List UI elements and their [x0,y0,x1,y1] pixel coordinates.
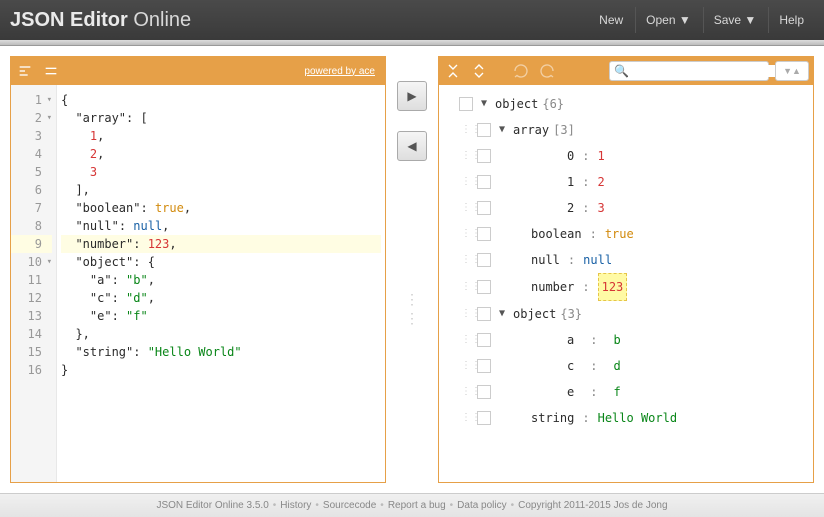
search-box[interactable]: 🔍 [609,61,769,81]
tree-item[interactable]: ⋮⋮ 0:1 [443,143,809,169]
footer-version: JSON Editor Online 3.5.0 [156,500,268,511]
copy-right-button[interactable]: ▶ [397,81,427,111]
tree-string[interactable]: ⋮⋮ string:Hello World [443,405,809,431]
drag-icon[interactable]: ⋮⋮ [461,169,473,195]
logo-bold: JSON Editor [10,9,128,31]
context-menu-icon[interactable] [477,280,491,294]
footer-bug-link[interactable]: Report a bug [388,500,446,511]
undo-icon[interactable] [511,61,531,81]
expand-icon[interactable]: ▼ [495,117,509,143]
context-menu-icon[interactable] [459,97,473,111]
footer-copyright: Copyright 2011-2015 Jos de Jong [518,500,667,511]
code-tools [15,61,61,81]
context-menu-icon[interactable] [477,149,491,163]
context-menu-icon[interactable] [477,411,491,425]
tree-tools [443,61,557,81]
open-menu[interactable]: Open ▼ [635,7,701,33]
search-icon: 🔍 [614,64,629,78]
line-gutter: 1 2 3 4 5 6 7 8 9 10 11 12 13 14 15 16 [11,85,57,482]
search-input[interactable] [633,65,775,77]
context-menu-icon[interactable] [477,227,491,241]
context-menu-icon[interactable] [477,385,491,399]
format-icon[interactable] [15,61,35,81]
drag-icon[interactable]: ⋮⋮ [461,247,473,273]
context-menu-icon[interactable] [477,359,491,373]
search-dropdown[interactable]: ▼▲ [775,61,809,81]
expand-icon[interactable]: ▼ [495,301,509,327]
context-menu-icon[interactable] [477,175,491,189]
footer: JSON Editor Online 3.5.0• History• Sourc… [0,493,824,517]
tree-search: 🔍 ▼▲ [609,61,809,81]
tree-body[interactable]: ▼ object {6} ⋮⋮▼ array [3] ⋮⋮ 0:1 ⋮⋮ 1:2… [439,85,813,482]
tree-item[interactable]: ⋮⋮ a:b [443,327,809,353]
code-body[interactable]: 1 2 3 4 5 6 7 8 9 10 11 12 13 14 15 16 {… [11,85,385,482]
drag-icon[interactable]: ⋮⋮ [461,353,473,379]
expand-icon[interactable]: ▼ [477,91,491,117]
tree-root[interactable]: ▼ object {6} [443,91,809,117]
drag-dots-icon: ⋮⋮ [405,291,419,327]
context-menu-icon[interactable] [477,333,491,347]
context-menu-icon[interactable] [477,253,491,267]
collapse-all-icon[interactable] [469,61,489,81]
powered-by-link[interactable]: powered by ace [304,66,375,77]
drag-icon[interactable]: ⋮⋮ [461,379,473,405]
logo-light: Online [128,9,191,31]
help-menu[interactable]: Help [768,7,814,33]
copy-left-button[interactable]: ◀ [397,131,427,161]
redo-icon[interactable] [537,61,557,81]
code-panel: powered by ace 1 2 3 4 5 6 7 8 9 10 11 1… [10,56,386,483]
tree-item[interactable]: ⋮⋮ 1:2 [443,169,809,195]
drag-icon[interactable]: ⋮⋮ [461,221,473,247]
code-lines[interactable]: { "array": [ 1, 2, 3 ], "boolean": true,… [57,85,385,482]
context-menu-icon[interactable] [477,123,491,137]
save-menu[interactable]: Save ▼ [703,7,767,33]
tree-boolean[interactable]: ⋮⋮ boolean:true [443,221,809,247]
context-menu-icon[interactable] [477,307,491,321]
drag-icon[interactable]: ⋮⋮ [461,405,473,431]
tree-null[interactable]: ⋮⋮ null:null [443,247,809,273]
footer-policy-link[interactable]: Data policy [457,500,506,511]
app-header: JSON Editor Online New Open ▼ Save ▼ Hel… [0,0,824,40]
expand-all-icon[interactable] [443,61,463,81]
compact-icon[interactable] [41,61,61,81]
tree-item[interactable]: ⋮⋮ c:d [443,353,809,379]
footer-history-link[interactable]: History [280,500,311,511]
tree-item[interactable]: ⋮⋮ 2:3 [443,195,809,221]
drag-icon[interactable]: ⋮⋮ [461,301,473,327]
tree-object[interactable]: ⋮⋮▼ object {3} [443,301,809,327]
drag-icon[interactable]: ⋮⋮ [461,117,473,143]
tree-panel-header: 🔍 ▼▲ [439,57,813,85]
context-menu-icon[interactable] [477,201,491,215]
tree-array[interactable]: ⋮⋮▼ array [3] [443,117,809,143]
tree-number[interactable]: ⋮⋮ number:123 [443,273,809,301]
app-logo: JSON Editor Online [10,9,191,32]
footer-source-link[interactable]: Sourcecode [323,500,376,511]
main-menu: New Open ▼ Save ▼ Help [589,7,814,33]
drag-icon[interactable]: ⋮⋮ [461,143,473,169]
tree-item[interactable]: ⋮⋮ e:f [443,379,809,405]
tree-panel: 🔍 ▼▲ ▼ object {6} ⋮⋮▼ array [3] ⋮⋮ 0:1 [438,56,814,483]
main-area: powered by ace 1 2 3 4 5 6 7 8 9 10 11 1… [0,46,824,493]
drag-icon[interactable]: ⋮⋮ [461,327,473,353]
code-panel-header: powered by ace [11,57,385,85]
new-menu[interactable]: New [589,7,633,33]
drag-icon[interactable]: ⋮⋮ [461,274,473,300]
drag-icon[interactable]: ⋮⋮ [461,195,473,221]
transfer-buttons: ▶ ◀ ⋮⋮ [394,56,430,483]
